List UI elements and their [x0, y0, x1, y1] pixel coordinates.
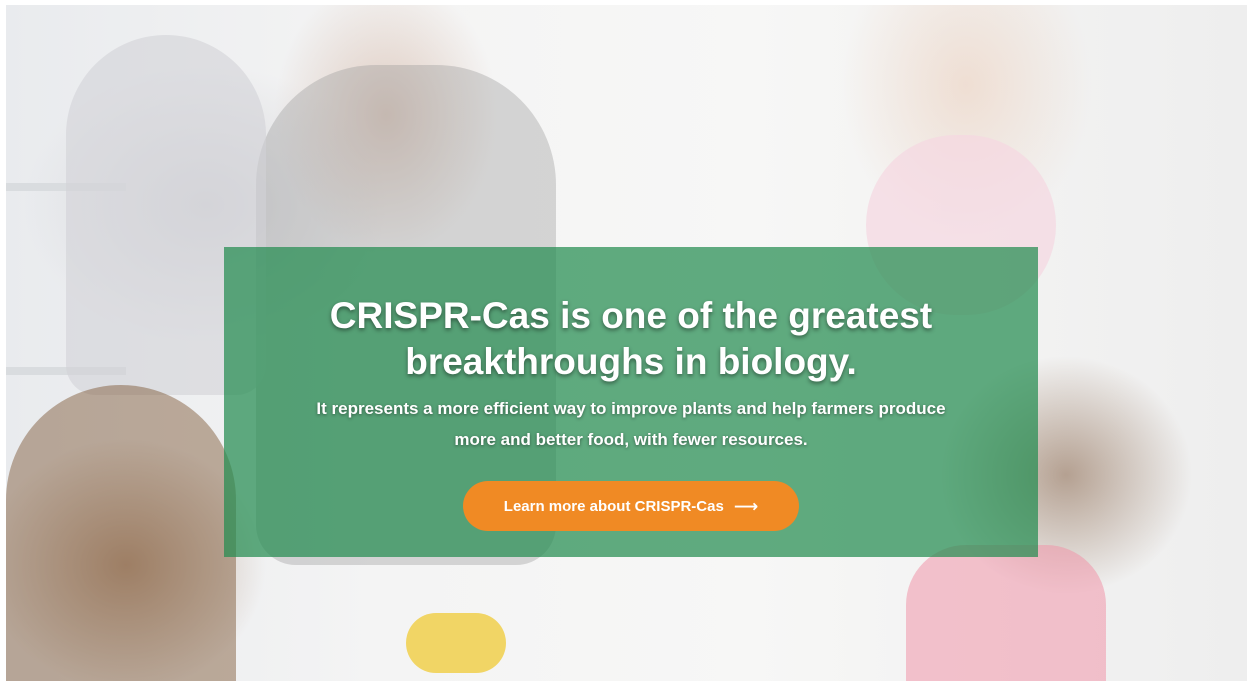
- background-photo-figure: [406, 613, 506, 673]
- kitchen-shelf: [6, 367, 126, 375]
- hero-headline: CRISPR-Cas is one of the greatest breakt…: [329, 295, 933, 382]
- hero-text-panel: CRISPR-Cas is one of the greatest breakt…: [224, 247, 1038, 557]
- hero-subtext: It represents a more efficient way to im…: [316, 399, 946, 449]
- background-photo-figure: [6, 385, 236, 681]
- arrow-right-icon: ⟶: [733, 496, 759, 516]
- learn-more-button[interactable]: Learn more about CRISPR-Cas ⟶: [463, 481, 799, 531]
- kitchen-shelf: [6, 183, 126, 191]
- background-photo-figure: [906, 545, 1106, 681]
- hero-banner: CRISPR-Cas is one of the greatest breakt…: [6, 5, 1247, 681]
- learn-more-button-label: Learn more about CRISPR-Cas: [503, 497, 724, 515]
